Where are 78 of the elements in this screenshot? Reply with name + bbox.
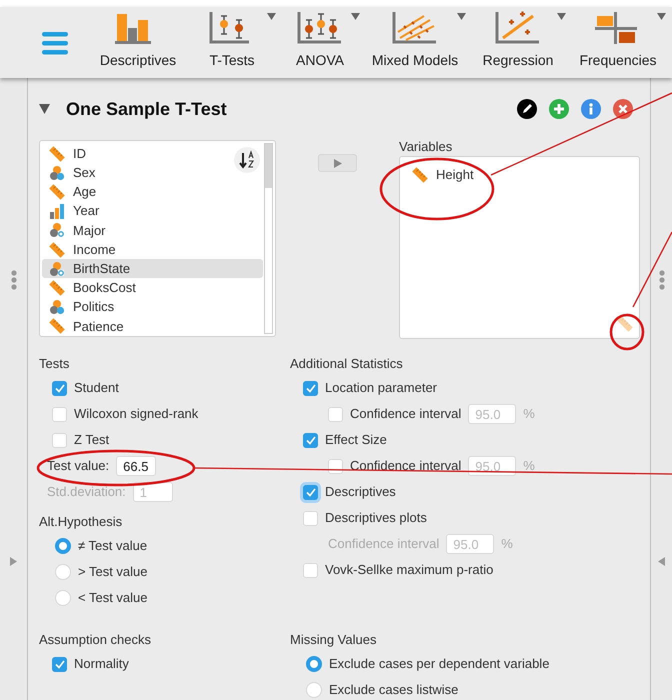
move-right-button[interactable] xyxy=(318,154,357,172)
check-icon xyxy=(306,488,316,496)
toolbar-button[interactable]: ANOVA xyxy=(278,7,362,78)
checkbox-label[interactable]: Confidence interval xyxy=(350,456,462,476)
variable-item[interactable]: BirthState xyxy=(42,259,263,278)
scrollbar[interactable] xyxy=(264,143,273,334)
toolbar-button[interactable]: Descriptives xyxy=(90,7,186,78)
edit-button[interactable] xyxy=(517,99,537,119)
checkbox[interactable] xyxy=(303,432,318,448)
checkbox-label[interactable]: Student xyxy=(74,378,119,398)
check-icon xyxy=(306,384,316,392)
checkbox-label[interactable]: Effect Size xyxy=(325,430,387,450)
check-icon xyxy=(54,384,64,392)
radio-label[interactable]: Exclude cases listwise xyxy=(329,680,458,700)
variable-item[interactable]: ID xyxy=(42,144,263,164)
section-header: Alt.Hypothesis xyxy=(39,513,124,531)
checkbox-label[interactable]: Descriptives plots xyxy=(325,508,427,528)
target-variable-list[interactable]: Height xyxy=(399,156,640,339)
highlight-ellipse xyxy=(610,314,644,350)
chart-icon xyxy=(392,10,438,46)
checkbox-label[interactable]: Descriptives xyxy=(325,482,396,502)
field-label: Confidence interval xyxy=(328,535,440,554)
section-header: Additional Statistics xyxy=(290,355,404,373)
checkbox-label[interactable]: Location parameter xyxy=(325,378,438,398)
section-header: Tests xyxy=(39,355,70,373)
variable-item[interactable]: Politics xyxy=(42,298,263,317)
radio-label[interactable]: ≠ Test value xyxy=(78,536,148,556)
checkbox-label[interactable]: Normality xyxy=(74,654,129,674)
variable-item[interactable]: Year xyxy=(42,202,263,221)
check-icon xyxy=(54,660,64,668)
variable-item[interactable]: Major xyxy=(42,220,263,240)
input-field[interactable]: 66.5 xyxy=(116,456,156,476)
expand-arrow-icon[interactable] xyxy=(10,557,17,566)
radio-label[interactable]: < Test value xyxy=(78,588,148,608)
radio-button[interactable] xyxy=(55,538,71,554)
variable-item[interactable]: Patience xyxy=(42,316,263,336)
chart-icon xyxy=(495,10,541,46)
percent-label: % xyxy=(523,405,535,424)
percent-label: % xyxy=(501,535,513,554)
play-icon xyxy=(334,158,342,168)
checkbox[interactable] xyxy=(52,656,67,672)
target-label: Variables xyxy=(399,140,454,153)
analysis-title: One Sample T-Test xyxy=(66,98,228,121)
field-label: Test value: xyxy=(47,457,110,476)
collapse-arrow-icon[interactable] xyxy=(658,557,665,566)
variable-item[interactable]: BooksCost xyxy=(42,278,263,298)
checkbox[interactable] xyxy=(303,380,318,396)
toolbar-button[interactable]: Regression xyxy=(468,7,568,78)
checkbox-label[interactable]: Vovk-Sellke maximum p-ratio xyxy=(325,560,494,580)
section-header: Missing Values xyxy=(290,631,378,649)
info-button[interactable] xyxy=(581,99,601,119)
menu-icon[interactable] xyxy=(42,30,68,54)
add-button[interactable] xyxy=(549,99,569,119)
sort-button[interactable] xyxy=(234,147,260,173)
checkbox-label[interactable]: Confidence interval xyxy=(350,404,462,424)
toolbar-button[interactable]: Mixed Models xyxy=(362,7,468,78)
variable-item[interactable]: Income xyxy=(42,240,263,260)
checkbox-label[interactable]: Wilcoxon signed-rank xyxy=(74,404,198,424)
toolbar-button[interactable]: T-Tests xyxy=(186,7,278,78)
checkbox[interactable] xyxy=(52,380,67,396)
chart-icon xyxy=(297,10,343,46)
radio-label[interactable]: Exclude cases per dependent variable xyxy=(329,654,550,674)
radio-button[interactable] xyxy=(306,656,322,672)
close-button[interactable] xyxy=(613,99,633,119)
drag-handle-icon[interactable] xyxy=(658,270,664,290)
variable-item[interactable]: Age xyxy=(42,182,263,202)
radio-label[interactable]: > Test value xyxy=(78,562,148,582)
check-icon xyxy=(306,436,316,444)
drag-handle-icon[interactable] xyxy=(10,270,16,290)
field-label: Std.deviation: xyxy=(47,483,126,502)
variable-list[interactable]: ID Sex Age Year Major Income BirthState BooksCost Politics Patience xyxy=(39,140,276,337)
variable-item[interactable]: Height xyxy=(408,165,631,184)
variable-item[interactable]: Sex xyxy=(42,163,263,182)
toolbar-button[interactable]: Frequencies xyxy=(568,7,668,78)
checkbox-label[interactable]: Z Test xyxy=(74,430,110,450)
percent-label: % xyxy=(523,457,535,476)
collapse-triangle-icon[interactable] xyxy=(39,104,50,114)
section-header: Assumption checks xyxy=(39,631,152,649)
